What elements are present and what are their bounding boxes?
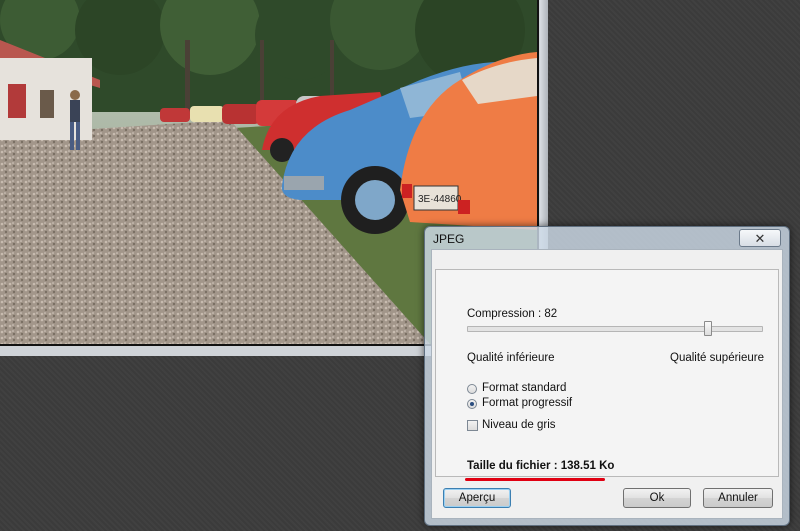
dialog-body: Compression : 82 Qualité inférieure Qual… (431, 249, 783, 519)
close-button[interactable]: ✕ (739, 229, 781, 247)
compression-slider-thumb[interactable] (704, 321, 712, 336)
radio-format-progressive[interactable] (467, 399, 477, 409)
low-quality-label: Qualité inférieure (467, 352, 555, 364)
format-standard-label[interactable]: Format standard (482, 382, 566, 394)
options-group: Compression : 82 Qualité inférieure Qual… (435, 269, 779, 481)
ok-button[interactable]: Ok (623, 488, 691, 508)
license-plate-text: 3E·44860 (418, 194, 462, 205)
grayscale-label[interactable]: Niveau de gris (482, 419, 556, 431)
radio-format-standard[interactable] (467, 384, 477, 394)
compression-label: Compression : 82 (467, 308, 558, 320)
file-size-text: Taille du fichier : 138.51 Ko (467, 460, 615, 472)
compression-slider[interactable] (467, 321, 763, 336)
high-quality-label: Qualité supérieure (670, 352, 764, 364)
close-icon: ✕ (754, 230, 766, 246)
grayscale-checkbox[interactable] (467, 420, 478, 431)
format-progressive-label[interactable]: Format progressif (482, 397, 572, 409)
cancel-button[interactable]: Annuler (703, 488, 773, 508)
file-size-underline (465, 478, 605, 481)
preview-button[interactable]: Aperçu (443, 488, 511, 508)
jpeg-dialog: JPEG ✕ Compression : 82 Qualité inférieu… (424, 226, 790, 526)
dialog-title: JPEG (433, 232, 465, 246)
